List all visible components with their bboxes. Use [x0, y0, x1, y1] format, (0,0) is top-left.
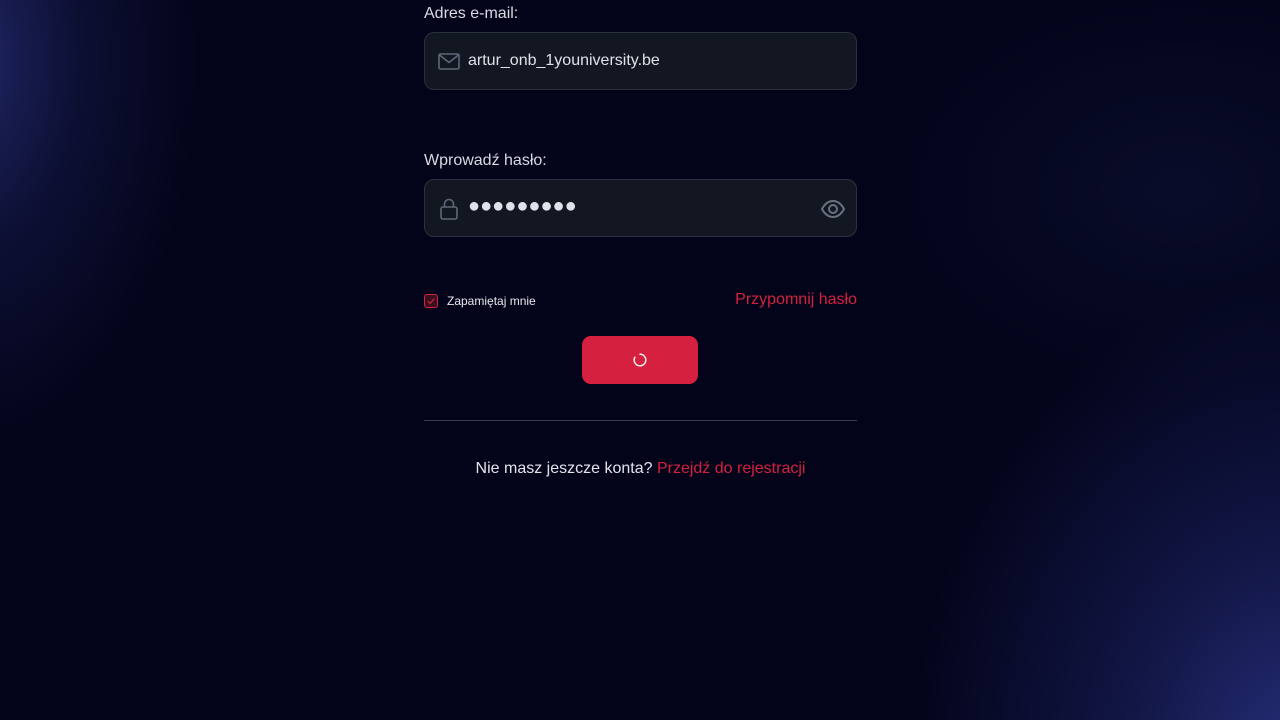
- mail-icon: [437, 50, 461, 74]
- eye-icon[interactable]: [820, 196, 846, 222]
- password-label: Wprowadź hasło:: [424, 152, 547, 169]
- email-field[interactable]: artur_onb_1youniversity.be: [424, 32, 857, 90]
- remember-me-checkbox[interactable]: Zapamiętaj mnie: [424, 292, 536, 309]
- divider: [424, 420, 857, 421]
- login-submit-button[interactable]: [582, 336, 698, 384]
- check-icon: [427, 297, 435, 304]
- remember-me-label: Zapamiętaj mnie: [447, 293, 536, 308]
- register-prompt-line: Nie masz jeszcze konta? Przejdź do rejes…: [424, 460, 857, 478]
- forgot-password-link[interactable]: Przypomnij hasło: [735, 291, 857, 309]
- email-value[interactable]: artur_onb_1youniversity.be: [468, 52, 660, 70]
- spinner-icon: [633, 353, 647, 367]
- register-prompt: Nie masz jeszcze konta?: [475, 460, 653, 477]
- password-value[interactable]: ●●●●●●●●●: [468, 195, 577, 218]
- password-field[interactable]: ●●●●●●●●●: [424, 179, 857, 237]
- checkbox-box[interactable]: [424, 293, 438, 308]
- register-link[interactable]: Przejdź do rejestracji: [657, 460, 806, 477]
- email-label: Adres e-mail:: [424, 5, 519, 22]
- lock-icon: [437, 197, 461, 221]
